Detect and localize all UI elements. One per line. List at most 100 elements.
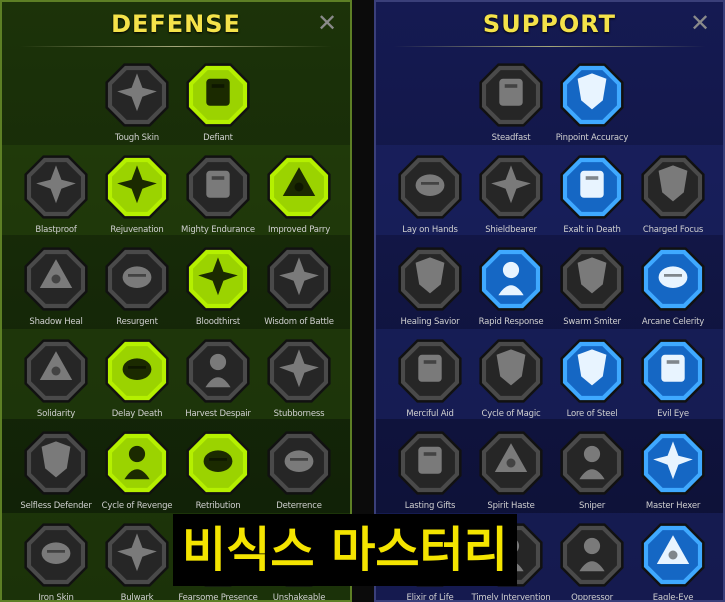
skill-label: Steadfast bbox=[491, 133, 531, 143]
skill-cycle-of-magic[interactable]: Cycle of Magic bbox=[471, 335, 551, 425]
skill-label: Lore of Steel bbox=[566, 409, 618, 419]
rapid-response-icon bbox=[471, 243, 551, 315]
skill-arcane-celerity[interactable]: Arcane Celerity bbox=[633, 243, 713, 333]
lore-of-steel-icon bbox=[552, 335, 632, 407]
skill-label: Merciful Aid bbox=[406, 409, 454, 419]
skill-selfless-defender[interactable]: Selfless Defender bbox=[16, 427, 96, 517]
skill-master-hexer[interactable]: Master Hexer bbox=[633, 427, 713, 517]
skill-iron-skin[interactable]: Iron Skin bbox=[16, 519, 96, 602]
exalt-in-death-icon bbox=[552, 151, 632, 223]
skill-exalt-in-death[interactable]: Exalt in Death bbox=[552, 151, 632, 241]
skill-lasting-gifts[interactable]: Lasting Gifts bbox=[390, 427, 470, 517]
skill-label: Improved Parry bbox=[267, 225, 331, 235]
close-icon[interactable]: ✕ bbox=[689, 11, 711, 35]
skill-label: Elixir of Life bbox=[406, 593, 454, 602]
steadfast-icon bbox=[471, 59, 551, 131]
skill-label: Rapid Response bbox=[478, 317, 544, 327]
skill-label: Swarm Smiter bbox=[563, 317, 621, 327]
mighty-endurance-icon bbox=[178, 151, 258, 223]
skill-evil-eye[interactable]: Evil Eye bbox=[633, 335, 713, 425]
skill-retribution[interactable]: Retribution bbox=[178, 427, 258, 517]
merciful-aid-icon bbox=[390, 335, 470, 407]
skill-defiant[interactable]: Defiant bbox=[178, 59, 258, 149]
skill-charged-focus[interactable]: Charged Focus bbox=[633, 151, 713, 241]
arcane-celerity-icon bbox=[633, 243, 713, 315]
skill-label: Defiant bbox=[203, 133, 233, 143]
skill-delay-death[interactable]: Delay Death bbox=[97, 335, 177, 425]
support-panel: SUPPORT ✕ Steadfast Pinpoint Accuracy La… bbox=[374, 0, 725, 602]
skill-bulwark[interactable]: Bulwark bbox=[97, 519, 177, 600]
skill-resurgent[interactable]: Resurgent bbox=[97, 243, 177, 333]
skill-merciful-aid[interactable]: Merciful Aid bbox=[390, 335, 470, 425]
skill-rapid-response[interactable]: Rapid Response bbox=[471, 243, 551, 333]
skill-label: Master Hexer bbox=[645, 501, 701, 511]
wisdom-of-battle-icon bbox=[259, 243, 339, 315]
skill-label: Mighty Endurance bbox=[181, 225, 255, 235]
skill-label: Shadow Heal bbox=[29, 317, 83, 327]
skill-cycle-of-revenge[interactable]: Cycle of Revenge bbox=[97, 427, 177, 517]
skill-label: Sniper bbox=[578, 501, 606, 511]
skill-lore-of-steel[interactable]: Lore of Steel bbox=[552, 335, 632, 425]
lay-on-hands-icon bbox=[390, 151, 470, 223]
skill-sniper[interactable]: Sniper bbox=[552, 427, 632, 517]
skill-label: Spirit Haste bbox=[487, 501, 535, 511]
skill-shadow-heal[interactable]: Shadow Heal bbox=[16, 243, 96, 333]
harvest-despair-icon bbox=[178, 335, 258, 407]
skill-healing-savior[interactable]: Healing Savior bbox=[390, 243, 470, 333]
skill-deterrence[interactable]: Deterrence bbox=[259, 427, 339, 517]
retribution-icon bbox=[178, 427, 258, 499]
skill-label: Rejuvenation bbox=[110, 225, 164, 235]
solidarity-icon bbox=[16, 335, 96, 407]
skill-wisdom-of-battle[interactable]: Wisdom of Battle bbox=[259, 243, 339, 333]
skill-label: Blastproof bbox=[35, 225, 77, 235]
selfless-defender-icon bbox=[16, 427, 96, 499]
iron-skin-icon bbox=[16, 519, 96, 591]
skill-eagle-eye[interactable]: Eagle-Eye bbox=[633, 519, 713, 602]
skill-label: Healing Savior bbox=[400, 317, 460, 327]
skill-label: Iron Skin bbox=[38, 593, 74, 602]
skill-label: Stubborness bbox=[273, 409, 325, 419]
skill-label: Deterrence bbox=[276, 501, 322, 511]
defiant-icon bbox=[178, 59, 258, 131]
charged-focus-icon bbox=[633, 151, 713, 223]
skill-harvest-despair[interactable]: Harvest Despair bbox=[178, 335, 258, 425]
skill-steadfast[interactable]: Steadfast bbox=[471, 59, 551, 149]
skill-pinpoint-accuracy[interactable]: Pinpoint Accuracy bbox=[552, 59, 632, 149]
evil-eye-icon bbox=[633, 335, 713, 407]
skill-label: Eagle-Eye bbox=[652, 593, 694, 602]
skill-stubborness[interactable]: Stubborness bbox=[259, 335, 339, 425]
bloodthirst-icon bbox=[178, 243, 258, 315]
skill-bloodthirst[interactable]: Bloodthirst bbox=[178, 243, 258, 333]
skill-swarm-smiter[interactable]: Swarm Smiter bbox=[552, 243, 632, 333]
skill-solidarity[interactable]: Solidarity bbox=[16, 335, 96, 425]
skill-mighty-endurance[interactable]: Mighty Endurance bbox=[178, 151, 258, 241]
skill-lay-on-hands[interactable]: Lay on Hands bbox=[390, 151, 470, 241]
bulwark-icon bbox=[97, 519, 177, 591]
spirit-haste-icon bbox=[471, 427, 551, 499]
skill-label: Cycle of Magic bbox=[481, 409, 541, 419]
skill-label: Charged Focus bbox=[642, 225, 704, 235]
close-icon[interactable]: ✕ bbox=[316, 11, 338, 35]
skill-oppressor[interactable]: Oppressor bbox=[552, 519, 632, 600]
shieldbearer-icon bbox=[471, 151, 551, 223]
skill-label: Selfless Defender bbox=[20, 501, 92, 511]
stubborness-icon bbox=[259, 335, 339, 407]
skill-label: Solidarity bbox=[36, 409, 76, 419]
skill-improved-parry[interactable]: Improved Parry bbox=[259, 151, 339, 241]
blastproof-icon bbox=[16, 151, 96, 223]
skill-blastproof[interactable]: Blastproof bbox=[16, 151, 96, 241]
swarm-smiter-icon bbox=[552, 243, 632, 315]
skill-tough-skin[interactable]: Tough Skin bbox=[97, 59, 177, 149]
rejuvenation-icon bbox=[97, 151, 177, 223]
skill-label: Bloodthirst bbox=[195, 317, 241, 327]
skill-rejuvenation[interactable]: Rejuvenation bbox=[97, 151, 177, 241]
skill-label: Wisdom of Battle bbox=[264, 317, 334, 327]
skill-label: Harvest Despair bbox=[185, 409, 251, 419]
skill-shieldbearer[interactable]: Shieldbearer bbox=[471, 151, 551, 241]
skill-label: Shieldbearer bbox=[485, 225, 537, 235]
skill-label: Lasting Gifts bbox=[404, 501, 456, 511]
pinpoint-accuracy-icon bbox=[552, 59, 632, 131]
healing-savior-icon bbox=[390, 243, 470, 315]
cycle-of-magic-icon bbox=[471, 335, 551, 407]
skill-spirit-haste[interactable]: Spirit Haste bbox=[471, 427, 551, 517]
